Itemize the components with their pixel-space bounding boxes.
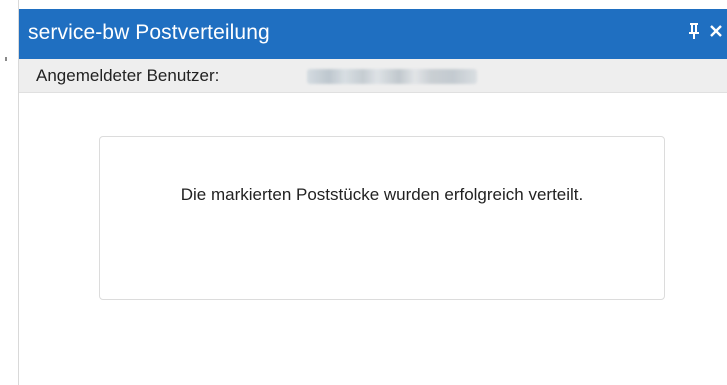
page: service-bw Postverteilung Angemeldeter B (0, 0, 727, 385)
pin-icon (689, 23, 699, 39)
edge-marker (5, 57, 7, 61)
success-message-box: Die markierten Poststücke wurden erfolgr… (99, 136, 665, 300)
close-icon (710, 25, 722, 37)
logged-in-user-bar: Angemeldeter Benutzer: (19, 59, 727, 93)
close-button[interactable] (709, 22, 723, 45)
pane-titlebar: service-bw Postverteilung (19, 9, 727, 59)
success-message-text: Die markierten Poststücke wurden erfolgr… (180, 185, 584, 204)
pin-button[interactable] (687, 22, 701, 45)
logged-in-user-label: Angemeldeter Benutzer: (36, 66, 220, 85)
left-edge (0, 0, 18, 385)
logged-in-user-name-redacted (307, 69, 477, 84)
pane-title: service-bw Postverteilung (28, 21, 270, 44)
postverteilung-pane: service-bw Postverteilung Angemeldeter B (18, 0, 727, 385)
